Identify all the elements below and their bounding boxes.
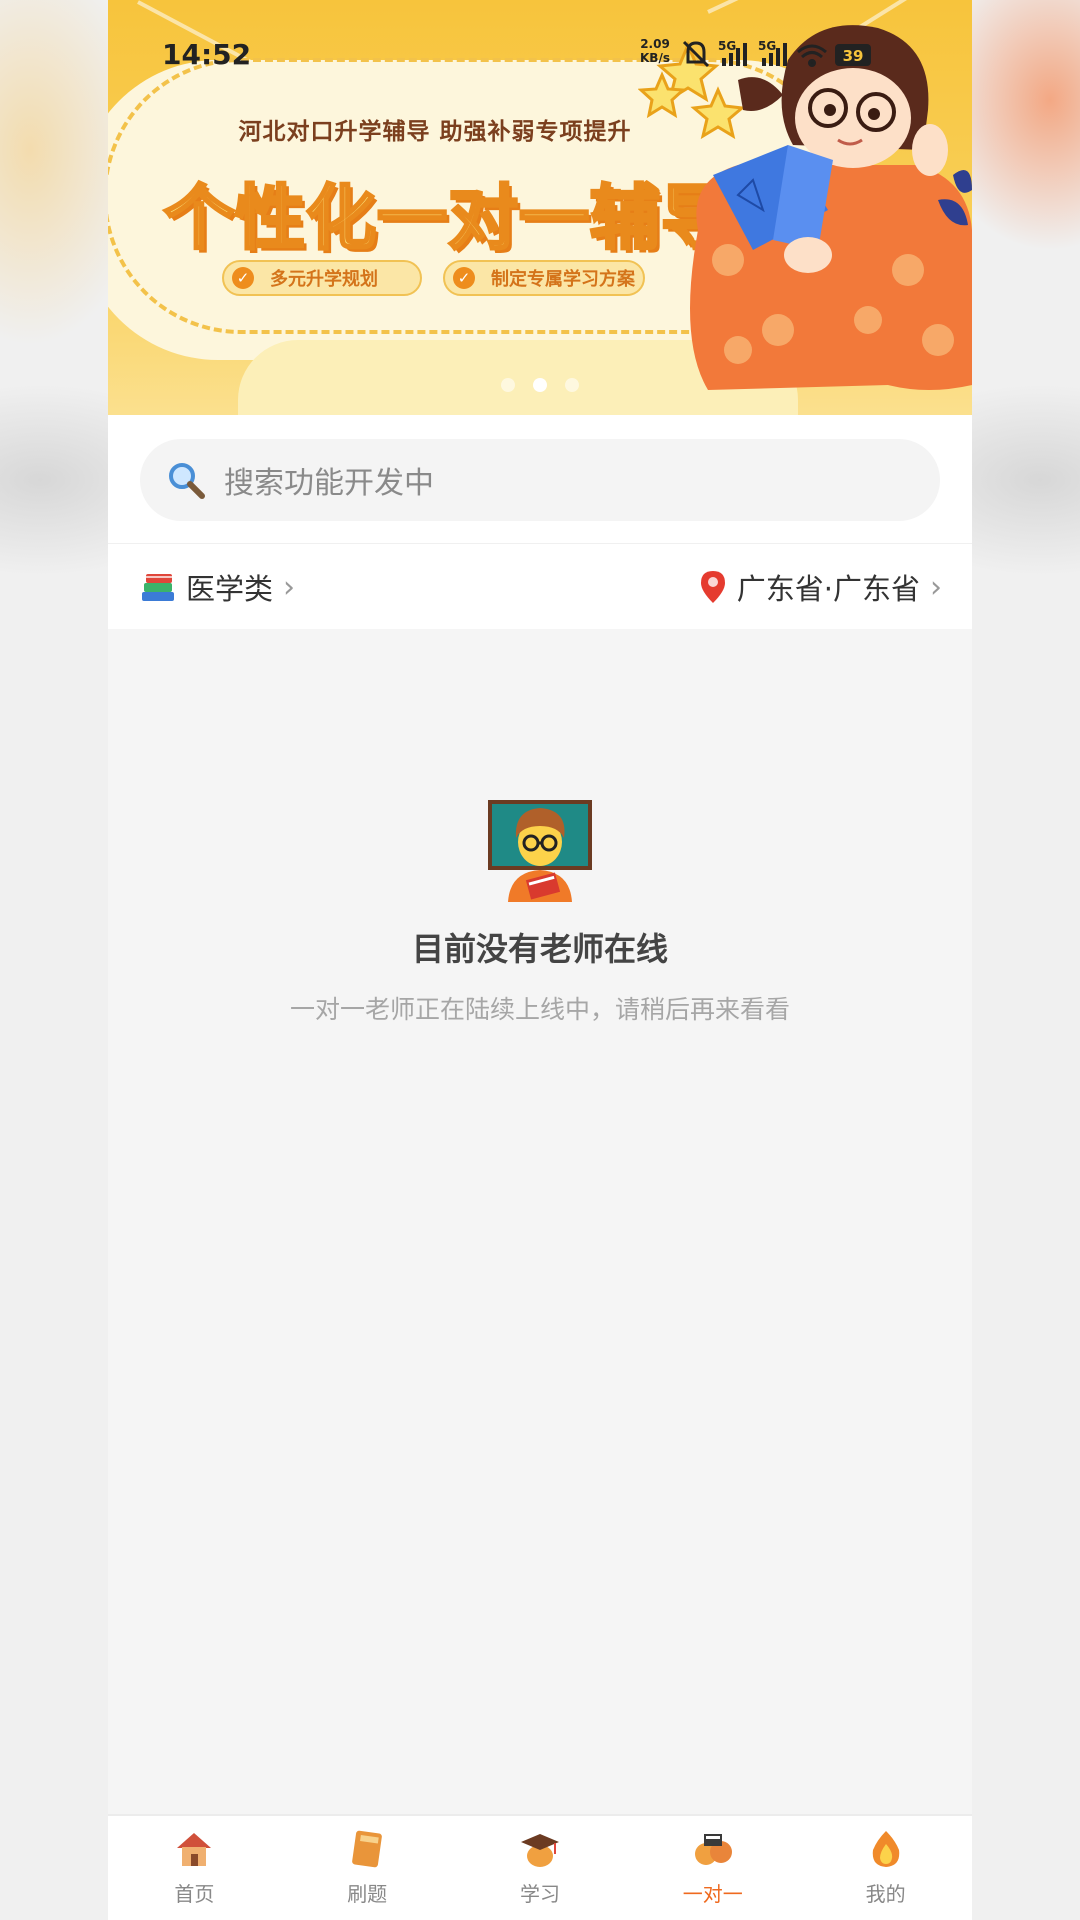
profile-flame-icon	[872, 1831, 899, 1867]
tab-mine[interactable]: 我的	[799, 1816, 972, 1920]
battery-level: 39	[843, 47, 864, 65]
carousel-dot-active[interactable]	[533, 378, 547, 392]
banner-subtitle: 河北对口升学辅导 助强补弱专项提升	[238, 119, 632, 145]
carousel-dot[interactable]	[565, 378, 579, 392]
promo-banner[interactable]: 河北对口升学辅导 助强补弱专项提升 个性化一对一辅导 ✓ 多元升学规划 ✓ 制定…	[108, 0, 972, 415]
notebook-icon	[352, 1830, 383, 1868]
bottom-tab-bar: 首页 刷题 学习 一对一 我的	[108, 1814, 972, 1920]
tab-practice[interactable]: 刷题	[281, 1816, 454, 1920]
app-screen: 河北对口升学辅导 助强补弱专项提升 个性化一对一辅导 ✓ 多元升学规划 ✓ 制定…	[108, 0, 972, 1920]
empty-state-subtitle: 一对一老师正在陆续上线中，请稍后再来看看	[289, 995, 790, 1024]
status-time: 14:52	[162, 38, 252, 71]
check-icon: ✓	[453, 267, 475, 289]
mute-bell-icon	[682, 40, 710, 68]
network-label-2: 5G	[758, 39, 776, 53]
carousel-indicator[interactable]	[108, 378, 972, 392]
network-speed: 2.09 KB/s	[640, 37, 670, 65]
pin-icon	[700, 571, 725, 603]
check-icon: ✓	[232, 267, 254, 289]
tab-one-on-one[interactable]: 一对一	[626, 1816, 799, 1920]
chevron-right-icon: ›	[283, 569, 296, 605]
graduation-cap-icon	[520, 1834, 559, 1867]
search-section: 搜索功能开发中	[108, 415, 972, 543]
home-icon	[177, 1833, 212, 1866]
empty-state-title: 目前没有老师在线	[411, 930, 668, 968]
search-placeholder: 搜索功能开发中	[224, 466, 434, 501]
status-bar: 14:52 2.09 KB/s 5G 5G 39	[108, 0, 972, 100]
category-selector[interactable]: 医学类 ›	[140, 566, 295, 608]
network-label-1: 5G	[718, 39, 736, 53]
location-selector[interactable]: 广东省·广东省 ›	[699, 566, 942, 608]
location-label: 广东省·广东省	[736, 572, 920, 606]
tab-study[interactable]: 学习	[454, 1816, 627, 1920]
wifi-icon	[797, 44, 827, 67]
carousel-dot[interactable]	[501, 378, 515, 392]
teacher-icon	[488, 800, 592, 902]
status-icons: 5G 5G 39	[682, 39, 871, 68]
search-icon	[169, 463, 205, 499]
banner-tag-1: ✓ 多元升学规划	[222, 260, 422, 296]
category-label: 医学类	[186, 572, 274, 606]
search-input[interactable]: 搜索功能开发中	[140, 439, 940, 521]
tab-home[interactable]: 首页	[108, 1816, 281, 1920]
banner-title: 个性化一对一辅导	[163, 176, 733, 261]
banner-tag-2: ✓ 制定专属学习方案	[443, 260, 645, 296]
books-icon	[142, 574, 174, 601]
filter-bar: 医学类 › 广东省·广东省 ›	[108, 543, 972, 629]
chevron-right-icon: ›	[930, 569, 942, 605]
one-on-one-icon	[694, 1834, 732, 1865]
battery-icon: 39	[835, 44, 871, 66]
